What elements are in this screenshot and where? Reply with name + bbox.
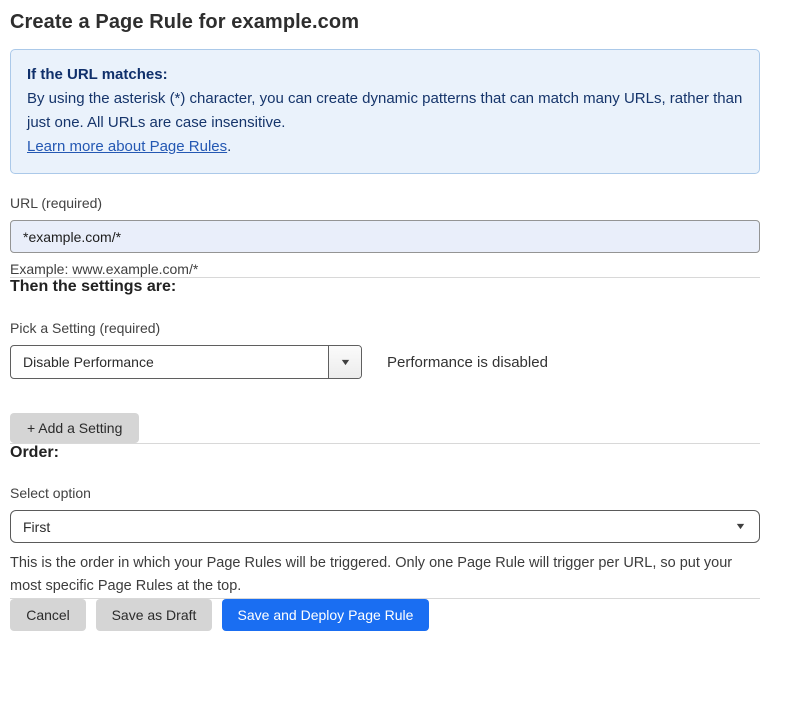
save-and-deploy-button[interactable]: Save and Deploy Page Rule	[222, 599, 429, 631]
setting-status-text: Performance is disabled	[387, 354, 548, 371]
create-page-rule-form: Create a Page Rule for example.com If th…	[0, 0, 790, 631]
setting-select[interactable]: Disable Performance ▼	[10, 345, 362, 379]
save-as-draft-button[interactable]: Save as Draft	[96, 599, 212, 631]
url-matches-info-box: If the URL matches: By using the asteris…	[10, 49, 760, 174]
caret-down-icon: ▼	[734, 522, 746, 531]
setting-row: Disable Performance ▼ Performance is dis…	[10, 345, 760, 379]
caret-down-icon: ▼	[339, 358, 351, 367]
link-period: .	[227, 138, 231, 155]
info-box-link-line: Learn more about Page Rules.	[27, 135, 743, 159]
url-field-label: URL (required)	[10, 195, 760, 211]
order-select-label: Select option	[10, 485, 760, 501]
footer-actions: Cancel Save as Draft Save and Deploy Pag…	[10, 599, 760, 631]
setting-select-arrow-button[interactable]: ▼	[328, 346, 361, 378]
order-help-text: This is the order in which your Page Rul…	[10, 552, 760, 598]
info-box-heading: If the URL matches:	[27, 63, 743, 87]
url-input[interactable]	[10, 220, 760, 253]
settings-section-heading: Then the settings are:	[10, 278, 760, 296]
url-example-hint: Example: www.example.com/*	[10, 261, 760, 277]
learn-more-link[interactable]: Learn more about Page Rules	[27, 138, 227, 155]
setting-select-value: Disable Performance	[11, 346, 328, 378]
page-title: Create a Page Rule for example.com	[10, 11, 760, 34]
order-select-value: First	[23, 519, 50, 535]
order-section-heading: Order:	[10, 444, 760, 462]
cancel-button[interactable]: Cancel	[10, 599, 86, 631]
add-setting-button[interactable]: + Add a Setting	[10, 413, 139, 443]
pick-setting-label: Pick a Setting (required)	[10, 320, 760, 336]
info-box-body: By using the asterisk (*) character, you…	[27, 87, 743, 135]
order-select[interactable]: First ▼	[10, 510, 760, 543]
